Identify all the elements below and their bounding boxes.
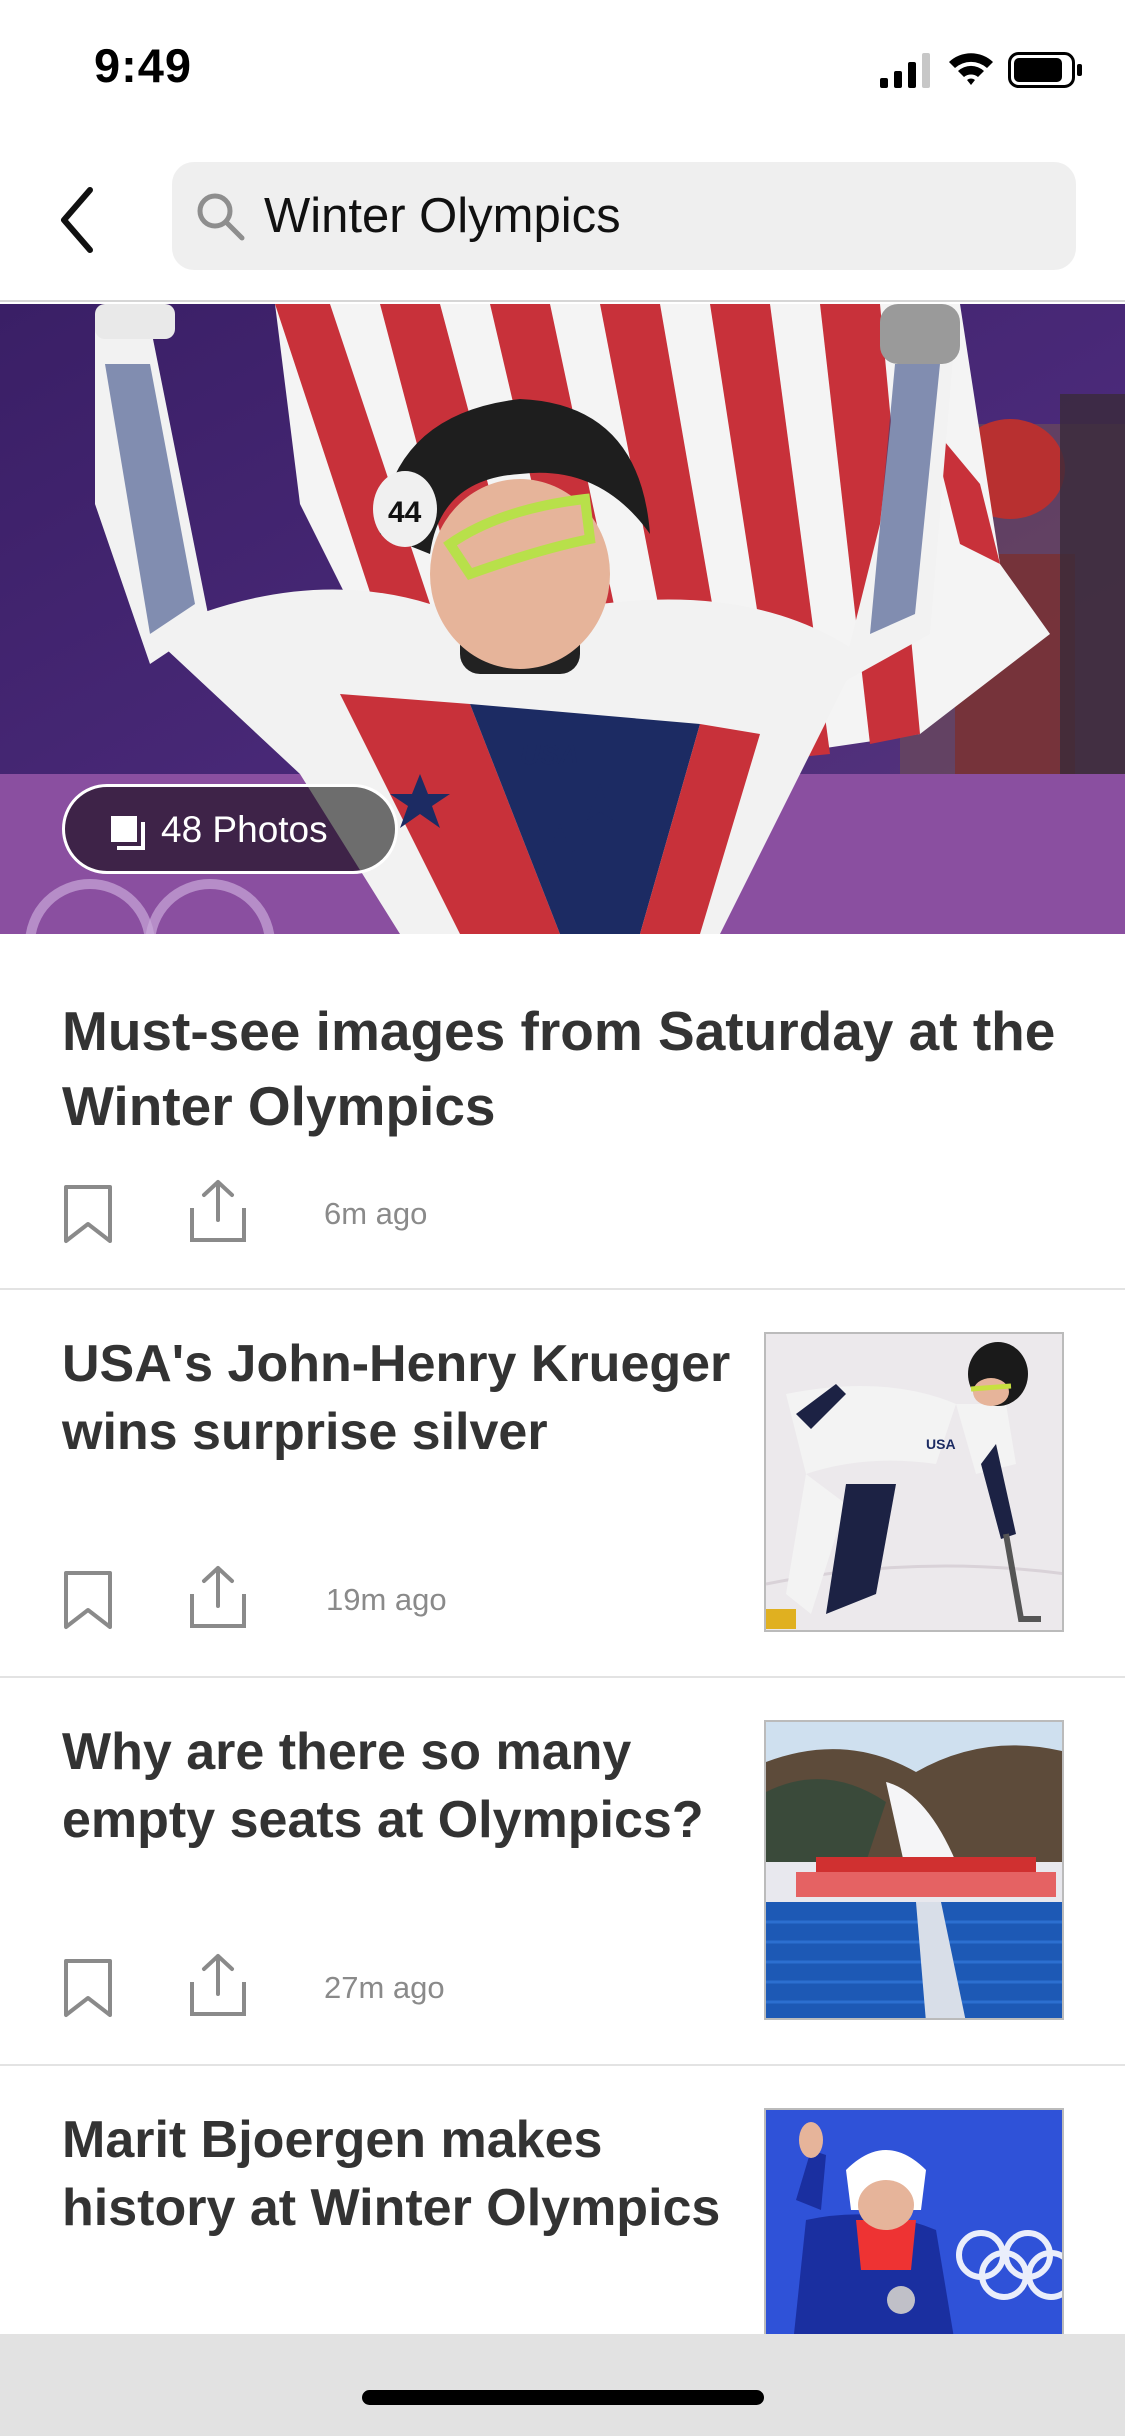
article-card[interactable]: Why are there so many empty seats at Oly… [0, 1678, 1125, 2066]
skater-photo: USA [766, 1334, 1062, 1630]
article-title[interactable]: Must-see images from Saturday at the Win… [62, 994, 1062, 1144]
article-title[interactable]: Marit Bjoergen makes history at Winter O… [62, 2106, 742, 2242]
wifi-icon [949, 53, 993, 85]
search-query[interactable]: Winter Olympics [264, 188, 621, 244]
lead-article-card[interactable]: Must-see images from Saturday at the Win… [0, 934, 1125, 1290]
gallery-icon [111, 816, 145, 850]
bookmark-icon[interactable] [62, 1184, 114, 1244]
svg-text:USA: USA [926, 1436, 956, 1452]
signal-icon [880, 53, 930, 88]
article-actions: 6m ago [62, 1180, 562, 1254]
battery-icon [1008, 52, 1082, 88]
share-icon[interactable] [188, 1178, 248, 1244]
article-thumbnail[interactable]: USA [764, 1332, 1064, 1632]
photos-count-label: 48 Photos [161, 809, 328, 850]
search-icon [197, 193, 245, 241]
search-input[interactable]: Winter Olympics [172, 162, 1076, 270]
status-bar: 9:49 [0, 0, 1125, 132]
app-screen: 9:49 Winter Olympics USA 44 48 Photos Mu… [0, 0, 1125, 2436]
article-card[interactable]: USA's John-Henry Krueger wins surprise s… [0, 1290, 1125, 1678]
article-time: 27m ago [324, 1970, 445, 2005]
article-time: 6m ago [324, 1196, 428, 1231]
bookmark-icon[interactable] [62, 1570, 114, 1630]
article-title[interactable]: USA's John-Henry Krueger wins surprise s… [62, 1330, 742, 1466]
back-chevron-icon[interactable] [52, 180, 112, 260]
hero-gallery-image[interactable]: USA 44 48 Photos [0, 304, 1125, 934]
bookmark-icon[interactable] [62, 1958, 114, 2018]
home-indicator[interactable] [362, 2390, 764, 2405]
share-icon[interactable] [188, 1564, 248, 1630]
article-actions: 19m ago [62, 1566, 562, 1640]
article-title[interactable]: Why are there so many empty seats at Oly… [62, 1718, 742, 1854]
article-time: 19m ago [326, 1582, 447, 1617]
svg-text:USA: USA [520, 739, 579, 770]
article-thumbnail[interactable] [764, 1720, 1064, 2020]
share-icon[interactable] [188, 1952, 248, 2018]
svg-text:44: 44 [388, 496, 422, 529]
stadium-photo [766, 1722, 1062, 2018]
home-indicator-area [0, 2334, 1125, 2436]
article-actions: 27m ago [62, 1954, 562, 2028]
status-time: 9:49 [94, 39, 193, 92]
search-header: Winter Olympics [0, 132, 1125, 302]
photos-count-badge[interactable]: 48 Photos [62, 784, 398, 874]
